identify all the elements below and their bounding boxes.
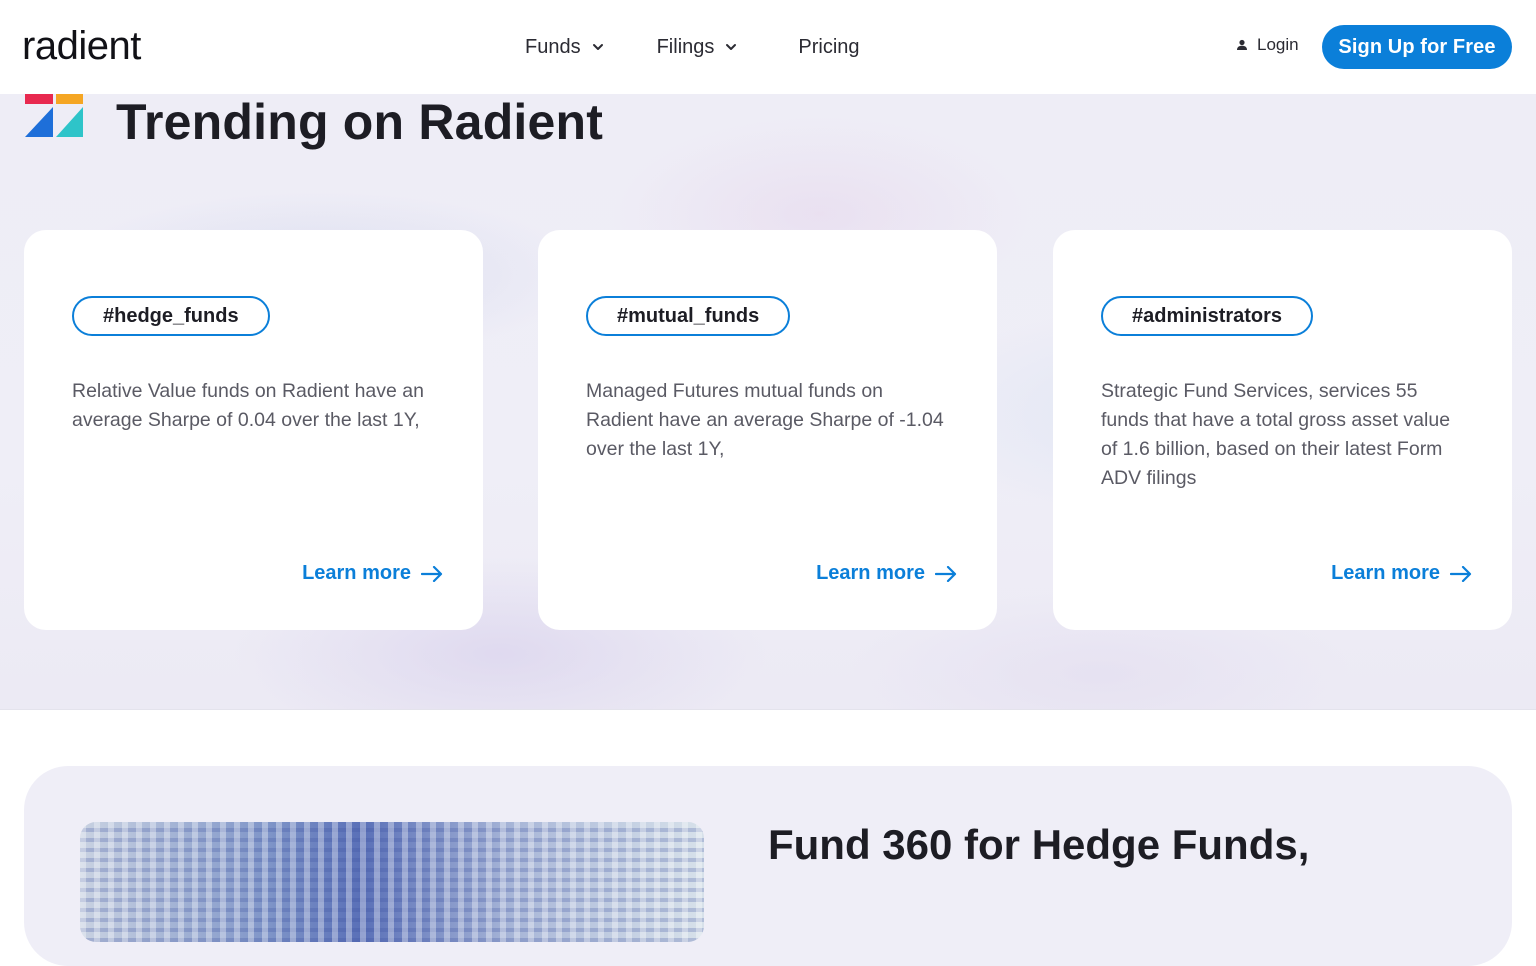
trending-card: #hedge_funds Relative Value funds on Rad… (24, 230, 483, 630)
learn-more-label: Learn more (1331, 562, 1440, 584)
trending-card: #administrators Strategic Fund Services,… (1053, 230, 1512, 630)
radient-logo[interactable]: radient (22, 24, 141, 68)
chevron-down-icon (592, 44, 603, 50)
site-header: radient Funds Filings Pricing Login Sign… (0, 0, 1536, 94)
learn-more-link[interactable]: Learn more (816, 562, 957, 585)
signup-button[interactable]: Sign Up for Free (1322, 25, 1512, 69)
learn-more-label: Learn more (816, 562, 925, 584)
nav-funds-label: Funds (525, 35, 581, 58)
hashtag-badge[interactable]: #hedge_funds (72, 296, 270, 336)
nav-pricing-label: Pricing (798, 35, 860, 58)
trending-title: Trending on Radient (116, 94, 604, 150)
arrow-right-icon (421, 565, 443, 582)
card-description: Relative Value funds on Radient have an … (72, 380, 424, 431)
hashtag-badge[interactable]: #mutual_funds (586, 296, 791, 336)
nav-filings-label: Filings (656, 35, 715, 58)
fund360-title-bold: Fund 360 (768, 821, 953, 868)
learn-more-link[interactable]: Learn more (302, 562, 443, 585)
building-facade-image (80, 822, 704, 942)
card-description: Managed Futures mutual funds on Radient … (586, 380, 944, 460)
learn-more-link[interactable]: Learn more (1331, 562, 1472, 585)
learn-more-label: Learn more (302, 562, 411, 584)
fund360-section: Fund 360 for Hedge Funds, (24, 766, 1512, 966)
trending-section: Trending on Radient #hedge_funds Relativ… (0, 94, 1536, 710)
nav-filings[interactable]: Filings (657, 36, 739, 59)
hashtag-badge[interactable]: #administrators (1101, 296, 1314, 336)
arrow-right-icon (935, 565, 957, 582)
arrow-right-icon (1450, 565, 1472, 582)
login-link[interactable]: Login (1236, 35, 1299, 55)
main-nav: Funds Filings Pricing (525, 30, 860, 64)
fund360-title: Fund 360 for Hedge Funds, (768, 820, 1309, 870)
radient-brand-mark-icon (25, 94, 83, 137)
card-description: Strategic Fund Services, services 55 fun… (1101, 380, 1451, 489)
trending-card: #mutual_funds Managed Futures mutual fun… (538, 230, 997, 630)
nav-funds[interactable]: Funds (525, 36, 605, 59)
nav-pricing[interactable]: Pricing (798, 36, 859, 59)
chevron-down-icon (726, 44, 737, 50)
user-icon (1237, 39, 1247, 50)
login-label: Login (1257, 35, 1299, 54)
fund360-title-rest: for Hedge Funds, (952, 821, 1310, 868)
